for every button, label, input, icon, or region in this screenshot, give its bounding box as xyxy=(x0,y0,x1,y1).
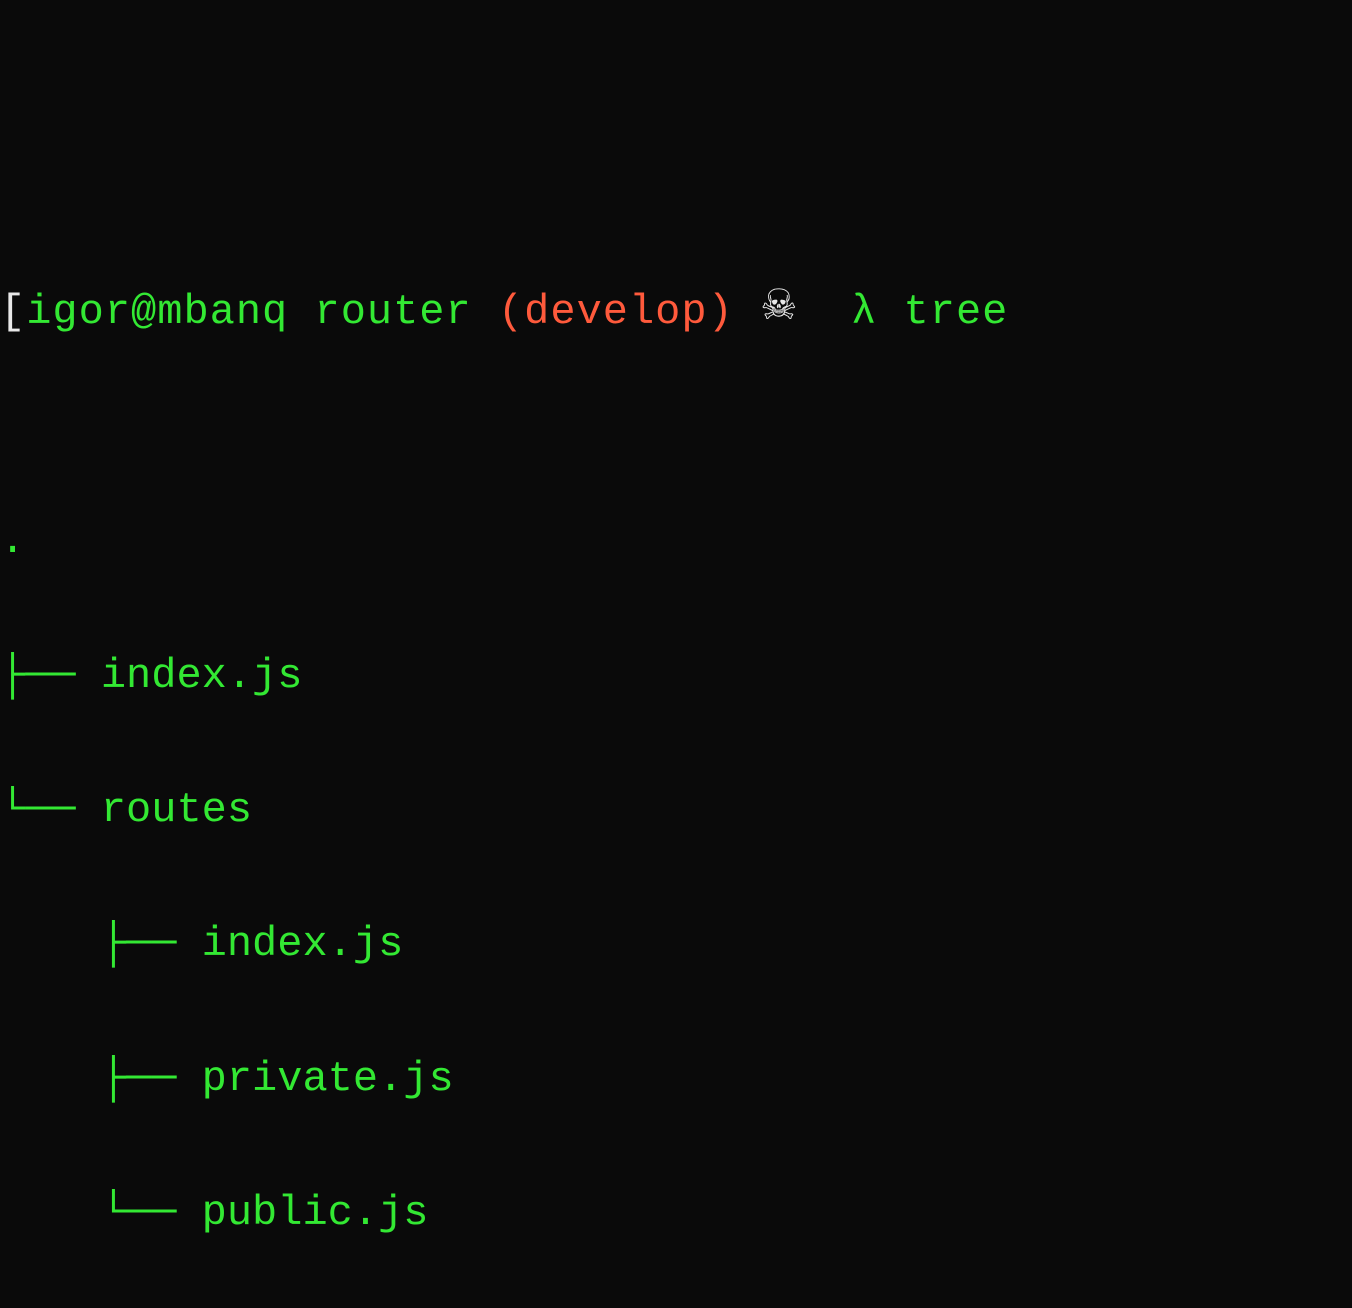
tree-line: └── routes xyxy=(0,777,1352,844)
tree-entry-dir: routes xyxy=(101,786,252,834)
prompt-lambda: λ xyxy=(851,288,877,336)
prompt-separator xyxy=(734,288,760,336)
prompt-bracket: [ xyxy=(0,288,26,336)
prompt-cwd: router xyxy=(314,288,471,336)
prompt-user-host: igor@mbanq xyxy=(26,288,288,336)
tree-entry-file: private.js xyxy=(202,1055,454,1103)
shell-prompt[interactable]: [igor@mbanq router (develop) ☠ λ tree xyxy=(0,279,1352,346)
tree-entry-root: . xyxy=(0,517,25,565)
tree-entry-file: index.js xyxy=(202,920,404,968)
tree-output: . ├── index.js └── routes ├── index.js ├… xyxy=(0,441,1352,1308)
tree-prefix: └── xyxy=(0,1189,202,1237)
tree-entry-file: public.js xyxy=(202,1189,429,1237)
prompt-separator xyxy=(472,288,498,336)
prompt-separator xyxy=(877,288,903,336)
tree-prefix: ├── xyxy=(0,1055,202,1103)
tree-line: . xyxy=(0,508,1352,575)
prompt-branch-open: ( xyxy=(498,288,524,336)
tree-entry-file: index.js xyxy=(101,652,303,700)
tree-line: ├── index.js xyxy=(0,911,1352,978)
prompt-branch-name: develop xyxy=(524,288,707,336)
tree-line: └── public.js xyxy=(0,1180,1352,1247)
prompt-command: tree xyxy=(904,288,1009,336)
tree-line: ├── index.js xyxy=(0,643,1352,710)
prompt-separator xyxy=(799,288,851,336)
prompt-separator xyxy=(288,288,314,336)
tree-prefix: ├── xyxy=(0,652,101,700)
skull-icon: ☠ xyxy=(760,275,799,342)
tree-prefix: ├── xyxy=(0,920,202,968)
prompt-branch-close: ) xyxy=(708,288,734,336)
tree-prefix: └── xyxy=(0,786,101,834)
tree-line: ├── private.js xyxy=(0,1046,1352,1113)
